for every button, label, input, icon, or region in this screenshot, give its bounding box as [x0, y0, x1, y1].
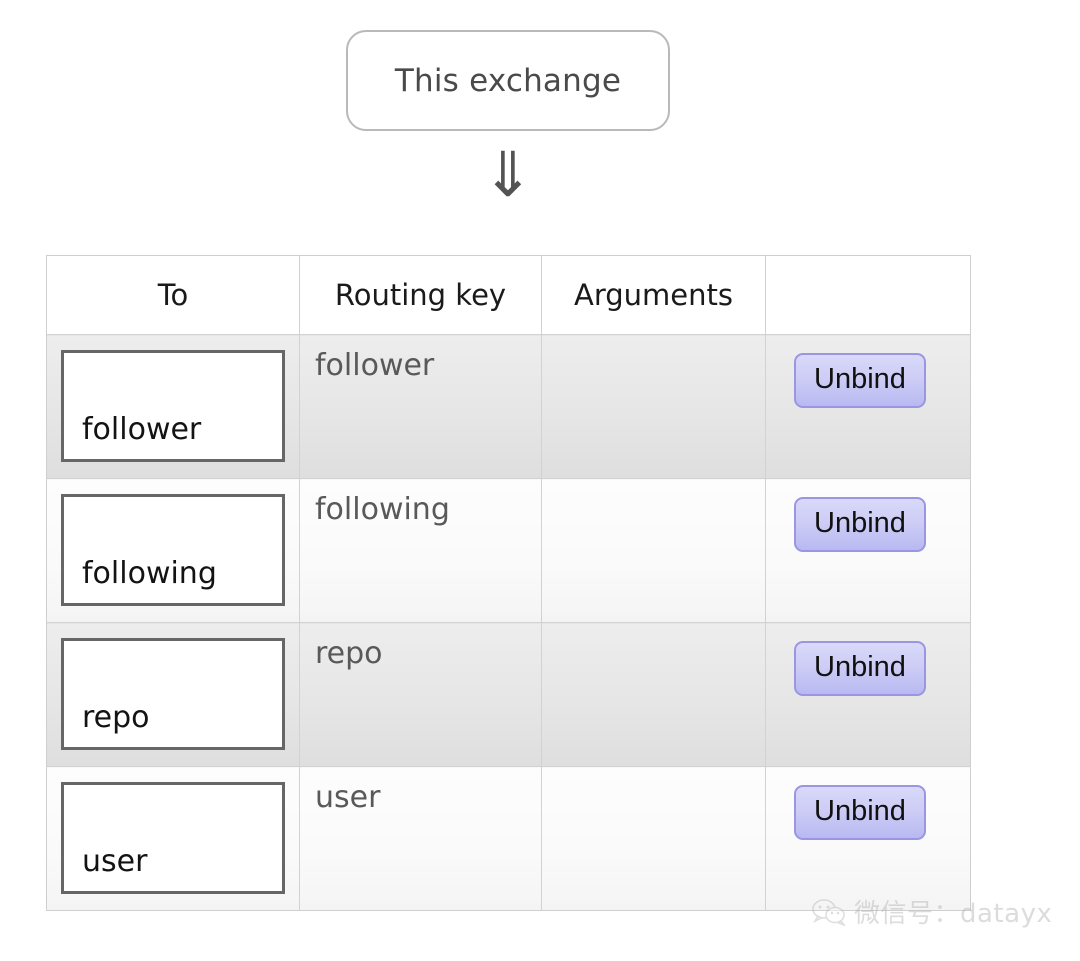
- cell-to: follower: [46, 334, 300, 479]
- table-header: To Routing key Arguments: [46, 255, 971, 335]
- source-exchange-label: This exchange: [394, 62, 622, 99]
- table-row: following following Unbind: [46, 478, 971, 623]
- table-body: follower follower Unbind following follo…: [46, 334, 971, 911]
- queue-name-label: following: [82, 556, 217, 591]
- arguments-value: [542, 767, 765, 782]
- watermark-text: 微信号：datayx: [854, 899, 1053, 929]
- cell-routing-key: following: [299, 478, 542, 623]
- bindings-table: To Routing key Arguments follower follow…: [46, 255, 971, 911]
- routing-key-value: follower: [315, 348, 435, 383]
- table-row: repo repo Unbind: [46, 622, 971, 767]
- queue-destination-box[interactable]: repo: [61, 638, 285, 750]
- cell-arguments: [541, 622, 766, 767]
- cell-arguments: [541, 478, 766, 623]
- routing-key-value: user: [315, 780, 381, 815]
- cell-arguments: [541, 334, 766, 479]
- routing-key-value: following: [315, 492, 450, 527]
- cell-arguments: [541, 766, 766, 911]
- routing-key-value: repo: [315, 636, 383, 671]
- table-header-row: To Routing key Arguments: [46, 255, 971, 335]
- cell-routing-key: repo: [299, 622, 542, 767]
- cell-routing-key: follower: [299, 334, 542, 479]
- source-exchange-node: This exchange: [346, 30, 670, 131]
- queue-name-label: user: [82, 844, 148, 879]
- unbind-button[interactable]: Unbind: [794, 353, 926, 408]
- table-row: follower follower Unbind: [46, 334, 971, 479]
- arguments-value: [542, 335, 765, 350]
- queue-destination-box[interactable]: following: [61, 494, 285, 606]
- cell-actions: Unbind: [765, 478, 971, 623]
- arguments-value: [542, 479, 765, 494]
- cell-actions: Unbind: [765, 334, 971, 479]
- column-header-to[interactable]: To: [46, 255, 300, 335]
- wechat-icon: [812, 898, 846, 926]
- unbind-button[interactable]: Unbind: [794, 641, 926, 696]
- column-header-routing-key[interactable]: Routing key: [299, 255, 542, 335]
- queue-name-label: follower: [82, 412, 202, 447]
- unbind-button[interactable]: Unbind: [794, 497, 926, 552]
- queue-name-label: repo: [82, 700, 150, 735]
- arguments-value: [542, 623, 765, 638]
- cell-actions: Unbind: [765, 766, 971, 911]
- cell-routing-key: user: [299, 766, 542, 911]
- cell-to: repo: [46, 622, 300, 767]
- queue-destination-box[interactable]: user: [61, 782, 285, 894]
- cell-to: following: [46, 478, 300, 623]
- queue-destination-box[interactable]: follower: [61, 350, 285, 462]
- watermark: 微信号：datayx: [812, 893, 1052, 930]
- cell-actions: Unbind: [765, 622, 971, 767]
- double-down-arrow-icon: ⇓: [482, 138, 534, 211]
- cell-to: user: [46, 766, 300, 911]
- table-row: user user Unbind: [46, 766, 971, 911]
- unbind-button[interactable]: Unbind: [794, 785, 926, 840]
- column-header-arguments[interactable]: Arguments: [541, 255, 766, 335]
- column-header-actions: [765, 255, 971, 335]
